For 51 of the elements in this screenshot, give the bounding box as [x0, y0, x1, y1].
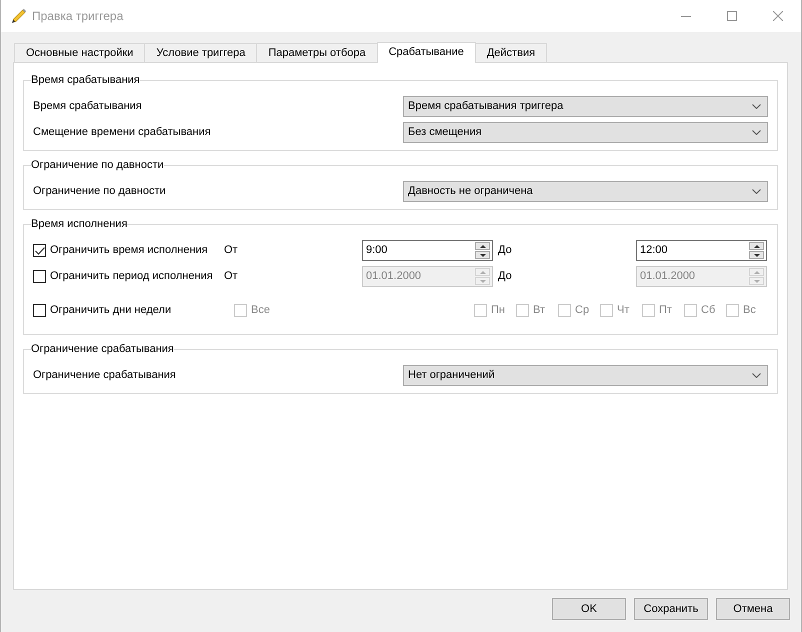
chevron-down-icon: [752, 373, 761, 378]
spin-box[interactable]: 9:00: [362, 240, 493, 261]
dialog-button[interactable]: Сохранить: [634, 598, 708, 620]
spin-down-button[interactable]: [475, 251, 490, 259]
chevron-down-icon: [752, 189, 761, 194]
tab[interactable]: Срабатывание: [376, 42, 476, 63]
down-triangle-icon: [754, 280, 760, 282]
down-triangle-icon: [480, 280, 486, 282]
chevron-down-icon: [752, 130, 761, 135]
checkbox[interactable]: [33, 244, 46, 257]
checkbox[interactable]: [33, 304, 46, 317]
checkmark-icon: [34, 246, 44, 254]
down-triangle-icon: [754, 254, 760, 256]
dialog-button[interactable]: Отмена: [716, 598, 790, 620]
pencil-icon: [11, 8, 27, 24]
maximize-icon: [727, 11, 737, 21]
spin-down-button[interactable]: [749, 251, 764, 259]
field-label: Время срабатывания: [33, 99, 143, 114]
checkbox-label[interactable]: Ограничить время исполнения: [50, 242, 208, 259]
window-title: Правка триггера: [32, 8, 124, 25]
down-triangle-icon: [480, 254, 486, 256]
dialog-button[interactable]: OK: [552, 598, 626, 620]
up-triangle-icon: [480, 244, 486, 248]
group-title: Ограничение по давности: [31, 158, 164, 172]
spin-up-button[interactable]: [749, 242, 764, 250]
dropdown[interactable]: Нет ограничений: [403, 365, 768, 386]
checkbox-label[interactable]: Ограничить дни недели: [50, 302, 172, 319]
field-label: Ограничение по давности: [33, 184, 167, 200]
to-label: До: [498, 269, 512, 284]
checkbox[interactable]: [33, 270, 46, 283]
group-title: Время срабатывания: [31, 73, 140, 87]
group-title: Ограничение срабатывания: [31, 342, 174, 356]
chevron-down-icon: [752, 104, 761, 109]
up-triangle-icon: [754, 270, 760, 274]
to-label: До: [498, 243, 512, 258]
dropdown[interactable]: Время срабатывания триггера: [403, 96, 768, 117]
group-title: Время исполнения: [31, 217, 128, 231]
tab[interactable]: Основные настройки: [14, 43, 146, 62]
field-label: Ограничение срабатывания: [33, 368, 177, 384]
tab[interactable]: Действия: [474, 43, 548, 62]
from-label: От: [224, 269, 238, 284]
checkbox-label[interactable]: Ограничить период исполнения: [50, 268, 213, 285]
spin-up-button[interactable]: [475, 242, 490, 250]
from-label: От: [224, 243, 238, 258]
up-triangle-icon: [480, 270, 486, 274]
close-icon: [773, 11, 783, 21]
up-triangle-icon: [754, 244, 760, 248]
spin-box[interactable]: 12:00: [636, 240, 767, 261]
dropdown[interactable]: Давность не ограничена: [403, 181, 768, 202]
dropdown[interactable]: Без смещения: [403, 122, 768, 143]
field-label: Смещение времени срабатывания: [33, 125, 212, 140]
